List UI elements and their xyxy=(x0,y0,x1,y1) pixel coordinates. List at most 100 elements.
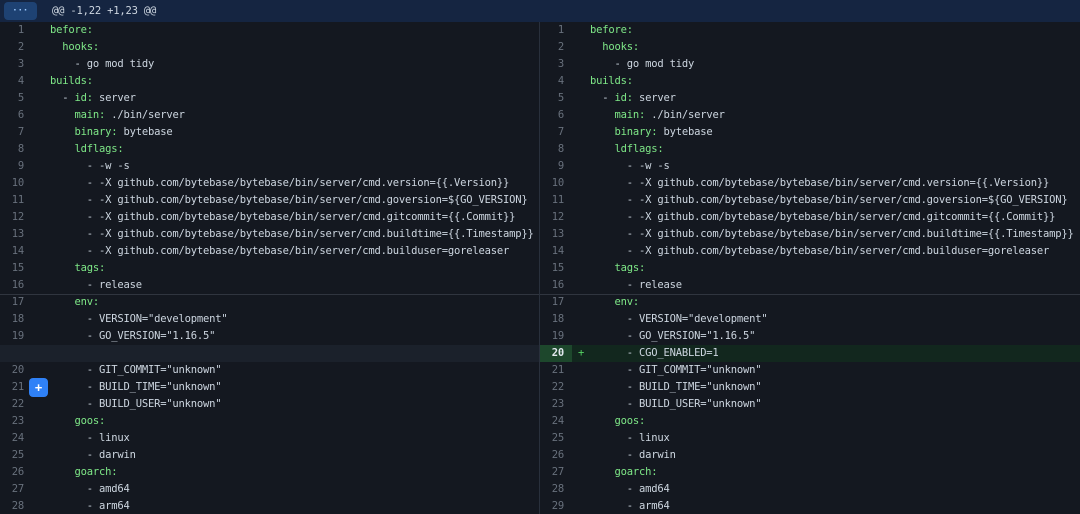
line-number[interactable]: 11 xyxy=(0,192,32,209)
line-number[interactable]: 12 xyxy=(540,209,572,226)
line-number[interactable]: 26 xyxy=(0,464,32,481)
line-number[interactable]: 25 xyxy=(0,447,32,464)
diff-row: 15 tags: xyxy=(540,260,1080,277)
code-line: - -X github.com/bytebase/bytebase/bin/se… xyxy=(590,192,1080,209)
code-line: - -X github.com/bytebase/bytebase/bin/se… xyxy=(50,226,539,243)
line-number[interactable]: 16 xyxy=(0,277,32,294)
line-number[interactable]: 14 xyxy=(540,243,572,260)
diff-row-added: 20+ - CGO_ENABLED=1 xyxy=(540,345,1080,362)
code-line: - GO_VERSION="1.16.5" xyxy=(50,328,539,345)
diff-marker xyxy=(32,209,50,226)
code-line: - -X github.com/bytebase/bytebase/bin/se… xyxy=(590,209,1080,226)
line-number[interactable]: 4 xyxy=(0,73,32,90)
line-number[interactable]: 8 xyxy=(540,141,572,158)
diff-marker xyxy=(572,396,590,413)
diff-row: 7 binary: bytebase xyxy=(540,124,1080,141)
line-number[interactable]: 27 xyxy=(540,464,572,481)
line-number[interactable]: 19 xyxy=(540,328,572,345)
line-number[interactable]: 13 xyxy=(540,226,572,243)
add-comment-button[interactable]: + xyxy=(29,378,48,397)
code-line: - CGO_ENABLED=1 xyxy=(590,345,1080,362)
code-text: ./bin/server xyxy=(105,109,185,121)
line-number[interactable]: 4 xyxy=(540,73,572,90)
code-text: - arm64 xyxy=(590,500,670,512)
code-text: - BUILD_TIME="unknown" xyxy=(50,381,221,393)
line-number[interactable]: 9 xyxy=(540,158,572,175)
code-text: server xyxy=(93,92,136,104)
line-number[interactable]: 21 xyxy=(540,362,572,379)
line-number[interactable]: 17 xyxy=(540,294,572,311)
line-number[interactable]: 24 xyxy=(0,430,32,447)
line-number[interactable]: 18 xyxy=(540,311,572,328)
line-number[interactable]: 22 xyxy=(0,396,32,413)
line-number[interactable]: 2 xyxy=(0,39,32,56)
line-number[interactable]: 21 xyxy=(0,379,32,396)
line-number[interactable]: 5 xyxy=(0,90,32,107)
code-text xyxy=(590,296,615,308)
line-number[interactable]: 17 xyxy=(0,294,32,311)
diff-row: 26 - darwin xyxy=(540,447,1080,464)
line-number[interactable]: 29 xyxy=(540,498,572,514)
line-number[interactable]: 22 xyxy=(540,379,572,396)
code-text: - -X github.com/bytebase/bytebase/bin/se… xyxy=(590,177,1049,189)
line-number[interactable]: 24 xyxy=(540,413,572,430)
code-text: - -X github.com/bytebase/bytebase/bin/se… xyxy=(50,211,515,223)
code-line: - -X github.com/bytebase/bytebase/bin/se… xyxy=(50,209,539,226)
diff-marker xyxy=(572,209,590,226)
line-number[interactable]: 5 xyxy=(540,90,572,107)
diff-row: 7 binary: bytebase xyxy=(0,124,539,141)
code-text xyxy=(50,262,75,274)
line-number[interactable]: 3 xyxy=(540,56,572,73)
line-number[interactable]: 1 xyxy=(540,22,572,39)
line-number[interactable]: 26 xyxy=(540,447,572,464)
line-number[interactable]: 23 xyxy=(0,413,32,430)
line-number[interactable]: 23 xyxy=(540,396,572,413)
line-number[interactable]: 19 xyxy=(0,328,32,345)
line-number[interactable]: 28 xyxy=(0,498,32,514)
line-number[interactable]: 25 xyxy=(540,430,572,447)
yaml-key: before: xyxy=(50,24,93,36)
code-line: ldflags: xyxy=(50,141,539,158)
line-number[interactable]: 20 xyxy=(0,362,32,379)
diff-marker xyxy=(32,73,50,90)
diff-row: 11 - -X github.com/bytebase/bytebase/bin… xyxy=(0,192,539,209)
diff-marker xyxy=(32,430,50,447)
line-number[interactable]: 1 xyxy=(0,22,32,39)
line-number[interactable]: 13 xyxy=(0,226,32,243)
line-number[interactable]: 12 xyxy=(0,209,32,226)
line-number[interactable]: 16 xyxy=(540,277,572,294)
kebab-horizontal-icon: ··· xyxy=(14,5,30,16)
code-text xyxy=(50,109,75,121)
line-number[interactable]: 9 xyxy=(0,158,32,175)
code-line: before: xyxy=(50,22,539,39)
line-number[interactable]: 7 xyxy=(540,124,572,141)
diff-marker xyxy=(572,447,590,464)
diff-marker xyxy=(572,141,590,158)
code-line: builds: xyxy=(590,73,1080,90)
line-number[interactable]: 2 xyxy=(540,39,572,56)
line-number[interactable]: 14 xyxy=(0,243,32,260)
code-line: - release xyxy=(590,277,1080,294)
diff-marker xyxy=(32,56,50,73)
code-line: - arm64 xyxy=(590,498,1080,514)
diff-row: 20 - GIT_COMMIT="unknown" xyxy=(0,362,539,379)
line-number[interactable]: 3 xyxy=(0,56,32,73)
line-number[interactable]: 10 xyxy=(540,175,572,192)
line-number[interactable]: 20 xyxy=(540,345,572,362)
line-number[interactable]: 7 xyxy=(0,124,32,141)
line-number[interactable]: 6 xyxy=(540,107,572,124)
line-number[interactable]: 15 xyxy=(0,260,32,277)
line-number[interactable]: 8 xyxy=(0,141,32,158)
line-number[interactable]: 28 xyxy=(540,481,572,498)
expand-diff-button[interactable]: ··· xyxy=(4,2,37,20)
line-number[interactable]: 6 xyxy=(0,107,32,124)
line-number[interactable]: 27 xyxy=(0,481,32,498)
line-number[interactable]: 11 xyxy=(540,192,572,209)
code-text: - amd64 xyxy=(590,483,670,495)
line-number[interactable]: 10 xyxy=(0,175,32,192)
diff-panes: 1before:2 hooks:3 - go mod tidy4builds:5… xyxy=(0,22,1080,514)
hunk-header: ··· @@ -1,22 +1,23 @@ xyxy=(0,0,1080,22)
code-line: - darwin xyxy=(590,447,1080,464)
line-number[interactable]: 18 xyxy=(0,311,32,328)
line-number[interactable]: 15 xyxy=(540,260,572,277)
